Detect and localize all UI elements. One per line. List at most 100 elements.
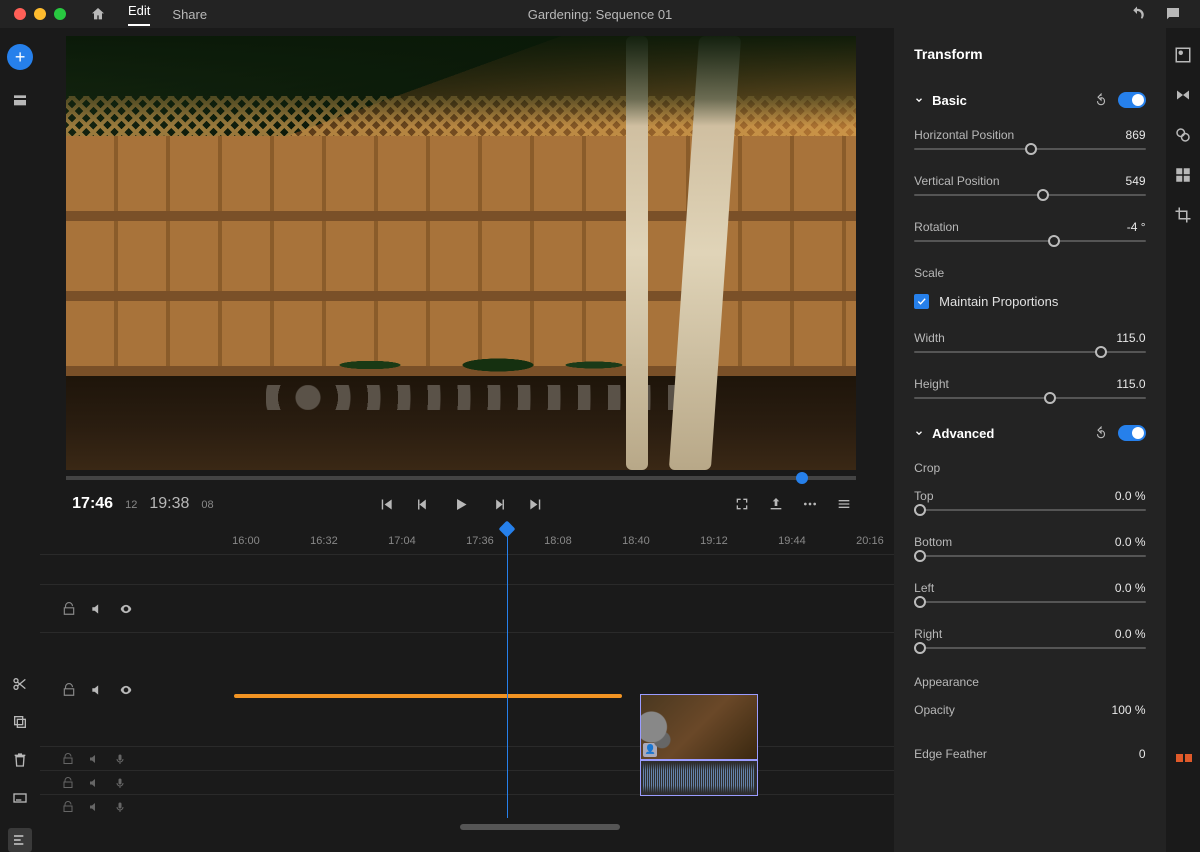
hpos-label: Horizontal Position [914, 128, 1014, 142]
mute-icon[interactable] [88, 777, 100, 789]
maximize-window-button[interactable] [54, 8, 66, 20]
add-media-button[interactable]: + [7, 44, 33, 70]
reset-icon[interactable] [1094, 93, 1108, 107]
track-a3 [40, 794, 894, 818]
window-controls [0, 8, 66, 20]
edge-feather-value: 0 [1139, 747, 1146, 761]
export-frame-icon[interactable] [768, 496, 784, 512]
playhead[interactable] [507, 523, 508, 818]
ruler-tick: 20:16 [856, 535, 884, 547]
nav-edit[interactable]: Edit [128, 3, 150, 26]
main-area: 17:46 12 19:38 08 [40, 28, 894, 852]
lock-icon[interactable] [62, 683, 76, 697]
lock-icon[interactable] [62, 777, 74, 789]
section-basic-toggle[interactable]: Basic [914, 93, 967, 108]
crop-right-value: 0.0 % [1115, 627, 1146, 641]
lock-icon[interactable] [62, 602, 76, 616]
nav-share[interactable]: Share [172, 7, 207, 22]
crop-left-label: Left [914, 581, 934, 595]
video-preview[interactable] [66, 36, 856, 470]
right-toolbar [1166, 28, 1200, 852]
scale-heading: Scale [914, 266, 1145, 280]
timeline-clip-selected[interactable] [234, 694, 622, 698]
go-to-end-icon[interactable] [528, 496, 545, 513]
mute-icon[interactable] [88, 801, 100, 813]
hpos-slider[interactable] [914, 148, 1145, 150]
duplicate-icon[interactable] [12, 714, 28, 730]
lock-icon[interactable] [62, 753, 74, 765]
rotation-slider[interactable] [914, 240, 1145, 242]
microphone-icon[interactable] [114, 753, 126, 765]
section-advanced-toggle[interactable]: Advanced [914, 426, 994, 441]
go-to-start-icon[interactable] [378, 496, 395, 513]
crop-panel-icon[interactable] [1174, 206, 1192, 224]
undo-icon[interactable] [1128, 5, 1146, 23]
mute-icon[interactable] [90, 602, 104, 616]
height-label: Height [914, 377, 949, 391]
home-icon[interactable] [90, 6, 106, 22]
top-nav: Edit Share [90, 3, 207, 26]
crop-bottom-slider[interactable] [914, 555, 1145, 557]
crop-left-value: 0.0 % [1115, 581, 1146, 595]
advanced-enable-toggle[interactable] [1118, 425, 1146, 441]
minimize-window-button[interactable] [34, 8, 46, 20]
comment-icon[interactable] [1164, 5, 1182, 23]
title-bar: Edit Share Gardening: Sequence 01 [0, 0, 1200, 28]
transport-bar: 17:46 12 19:38 08 [66, 480, 856, 528]
track-spacer [40, 554, 894, 584]
crop-top-label: Top [914, 489, 933, 503]
height-slider[interactable] [914, 397, 1145, 399]
timeline-clip[interactable]: 👤 [640, 694, 758, 796]
opacity-value: 100 % [1112, 703, 1146, 717]
vpos-slider[interactable] [914, 194, 1145, 196]
fullscreen-icon[interactable] [734, 496, 750, 512]
track-a1 [40, 746, 894, 770]
play-icon[interactable] [452, 495, 471, 514]
current-timecode: 17:46 [72, 495, 113, 513]
step-forward-icon[interactable] [491, 496, 508, 513]
opacity-label: Opacity [914, 703, 955, 717]
trash-icon[interactable] [12, 752, 28, 768]
ruler-tick: 16:00 [232, 535, 260, 547]
reset-icon[interactable] [1094, 426, 1108, 440]
chevron-down-icon [914, 95, 924, 105]
timeline-scrollbar[interactable] [230, 824, 894, 840]
crop-top-value: 0.0 % [1115, 489, 1146, 503]
height-value: 115.0 [1116, 377, 1145, 391]
color-panel-icon[interactable] [1174, 46, 1192, 64]
titles-icon[interactable] [12, 790, 28, 806]
close-window-button[interactable] [14, 8, 26, 20]
panel-menu-icon[interactable] [836, 496, 852, 512]
visibility-icon[interactable] [118, 602, 134, 616]
audio-panel-icon[interactable] [1174, 86, 1192, 104]
crop-left-slider[interactable] [914, 601, 1145, 603]
mute-icon[interactable] [90, 683, 104, 697]
vpos-value: 549 [1126, 174, 1146, 188]
more-options-icon[interactable] [802, 496, 818, 512]
rotation-value: -4 ° [1127, 220, 1146, 234]
timeline-options-icon[interactable] [8, 828, 32, 852]
basic-enable-toggle[interactable] [1118, 92, 1146, 108]
timeline-ruler[interactable]: 16:00 16:32 17:04 17:36 18:08 18:40 19:1… [92, 528, 882, 554]
step-back-icon[interactable] [415, 496, 432, 513]
scrollbar-thumb[interactable] [460, 824, 620, 830]
panel-title: Transform [914, 46, 1145, 62]
microphone-icon[interactable] [114, 801, 126, 813]
vpos-label: Vertical Position [914, 174, 999, 188]
maintain-proportions-checkbox[interactable]: Maintain Proportions [914, 294, 1145, 309]
crop-top-slider[interactable] [914, 509, 1145, 511]
effects-panel-icon[interactable] [1174, 126, 1192, 144]
microphone-icon[interactable] [114, 777, 126, 789]
width-slider[interactable] [914, 351, 1145, 353]
grid-panel-icon[interactable] [1174, 166, 1192, 184]
crop-right-slider[interactable] [914, 647, 1145, 649]
scissors-icon[interactable] [12, 676, 28, 692]
visibility-icon[interactable] [118, 683, 134, 697]
ruler-tick: 19:44 [778, 535, 806, 547]
mute-icon[interactable] [88, 753, 100, 765]
chevron-down-icon [914, 428, 924, 438]
audio-meter [1176, 702, 1194, 762]
lock-icon[interactable] [62, 801, 74, 813]
document-title: Gardening: Sequence 01 [528, 7, 673, 22]
project-panel-icon[interactable] [12, 92, 28, 108]
